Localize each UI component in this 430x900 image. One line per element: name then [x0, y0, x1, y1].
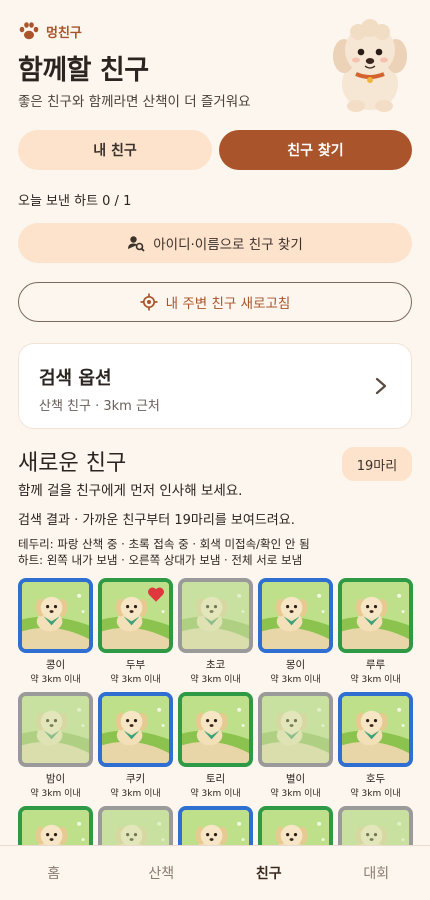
friend-name: 초코 — [205, 659, 226, 671]
friend-photo — [98, 692, 173, 767]
chevron-right-icon — [375, 377, 387, 395]
refresh-nearby-button[interactable]: 내 주변 친구 새로고침 — [18, 282, 412, 322]
hearts-sent-counter: 오늘 보낸 하트 0 / 1 — [18, 194, 132, 209]
heart-icon — [148, 587, 164, 602]
friend-name: 밤이 — [45, 773, 66, 785]
search-options-title: 검색 옵션 — [39, 368, 112, 389]
tab-walk[interactable]: 산책 — [108, 846, 216, 900]
friend-distance: 약 3km 이내 — [30, 789, 81, 799]
brand: 멍친구 — [18, 21, 82, 41]
tab-contest[interactable]: 대회 — [323, 846, 430, 900]
friend-distance: 약 3km 이내 — [110, 789, 161, 799]
friend-distance: 약 3km 이내 — [190, 675, 241, 685]
border-legend: 테두리: 파랑 산책 중 · 초록 접속 중 · 회색 미접속/확인 안 됨 — [18, 537, 310, 551]
friend-card[interactable]: 몽이 약 3km 이내 — [258, 578, 333, 685]
friend-card[interactable]: 쿠키 약 3km 이내 — [98, 692, 173, 799]
search-options-summary: 산책 친구 · 3km 근처 — [39, 399, 160, 414]
friend-photo — [18, 692, 93, 767]
new-friends-title: 새로운 친구 — [18, 451, 127, 476]
friend-distance: 약 3km 이내 — [110, 675, 161, 685]
friend-card[interactable]: 초코 약 3km 이내 — [178, 578, 253, 685]
tab-my-friends-button[interactable]: 내 친구 — [18, 130, 212, 170]
dog-photo-image — [342, 582, 409, 649]
friend-photo — [18, 578, 93, 653]
friend-distance: 약 3km 이내 — [30, 675, 81, 685]
dog-photo-image — [102, 696, 169, 763]
friend-card[interactable]: 토리 약 3km 이내 — [178, 692, 253, 799]
dog-photo-image — [182, 582, 249, 649]
search-by-id-button[interactable]: 아이디·이름으로 친구 찾기 — [18, 223, 412, 263]
bottom-tab-bar: 홈 산책 친구 대회 — [0, 845, 430, 900]
friend-card[interactable]: 두부 약 3km 이내 — [98, 578, 173, 685]
friend-name: 두부 — [125, 659, 146, 671]
friend-photo — [338, 578, 413, 653]
friend-distance: 약 3km 이내 — [350, 789, 401, 799]
tab-home[interactable]: 홈 — [0, 846, 108, 900]
dog-photo-image — [182, 696, 249, 763]
friend-photo — [338, 692, 413, 767]
dog-photo-image — [22, 696, 89, 763]
dog-photo-image — [342, 696, 409, 763]
friends-screen: 멍친구 함께할 친구 좋은 친구와 함께라면 산책이 더 즐거워요 내 친구 친… — [0, 0, 430, 900]
friend-card[interactable]: 밤이 약 3km 이내 — [18, 692, 93, 799]
user-search-icon — [128, 236, 145, 252]
location-target-icon — [140, 293, 158, 311]
friend-photo — [258, 578, 333, 653]
friend-photo — [178, 692, 253, 767]
friend-card[interactable]: 콩이 약 3km 이내 — [18, 578, 93, 685]
friend-card[interactable]: 별이 약 3km 이내 — [258, 692, 333, 799]
friend-name: 호두 — [365, 773, 386, 785]
friend-distance: 약 3km 이내 — [270, 789, 321, 799]
dog-mascot-image — [333, 19, 407, 112]
friend-name: 별이 — [285, 773, 306, 785]
friend-distance: 약 3km 이내 — [190, 789, 241, 799]
dog-photo-image — [22, 582, 89, 649]
friend-photo — [98, 578, 173, 653]
friend-card[interactable]: 루루 약 3km 이내 — [338, 578, 413, 685]
dog-photo-image — [262, 582, 329, 649]
friend-photo — [258, 692, 333, 767]
friend-name: 몽이 — [285, 659, 306, 671]
friend-distance: 약 3km 이내 — [270, 675, 321, 685]
refresh-nearby-label: 내 주변 친구 새로고침 — [165, 296, 291, 312]
search-result-text: 검색 결과 · 가까운 친구부터 19마리를 보여드려요. — [18, 513, 295, 528]
brand-name: 멍친구 — [46, 25, 82, 41]
page-subtitle: 좋은 친구와 함께라면 산책이 더 즐거워요 — [18, 94, 251, 110]
search-options-card[interactable]: 검색 옵션 산책 친구 · 3km 근처 — [18, 343, 412, 429]
paw-icon — [19, 22, 39, 40]
page-title: 함께할 친구 — [18, 55, 149, 86]
friend-name: 루루 — [365, 659, 386, 671]
search-by-id-label: 아이디·이름으로 친구 찾기 — [153, 237, 303, 253]
friend-count-badge: 19마리 — [342, 447, 412, 481]
friend-photo — [178, 578, 253, 653]
new-friends-intro: 함께 걸을 친구에게 먼저 인사해 보세요. — [18, 483, 243, 499]
friend-name: 콩이 — [45, 659, 66, 671]
friend-name: 토리 — [205, 773, 226, 785]
tab-friends[interactable]: 친구 — [215, 846, 323, 900]
friend-card[interactable]: 호두 약 3km 이내 — [338, 692, 413, 799]
heart-legend: 하트: 왼쪽 내가 보냄 · 오른쪽 상대가 보냄 · 전체 서로 보냄 — [18, 553, 303, 567]
dog-photo-image — [262, 696, 329, 763]
friend-name: 쿠키 — [125, 773, 146, 785]
tab-find-friends-button[interactable]: 친구 찾기 — [219, 130, 412, 170]
friend-distance: 약 3km 이내 — [350, 675, 401, 685]
